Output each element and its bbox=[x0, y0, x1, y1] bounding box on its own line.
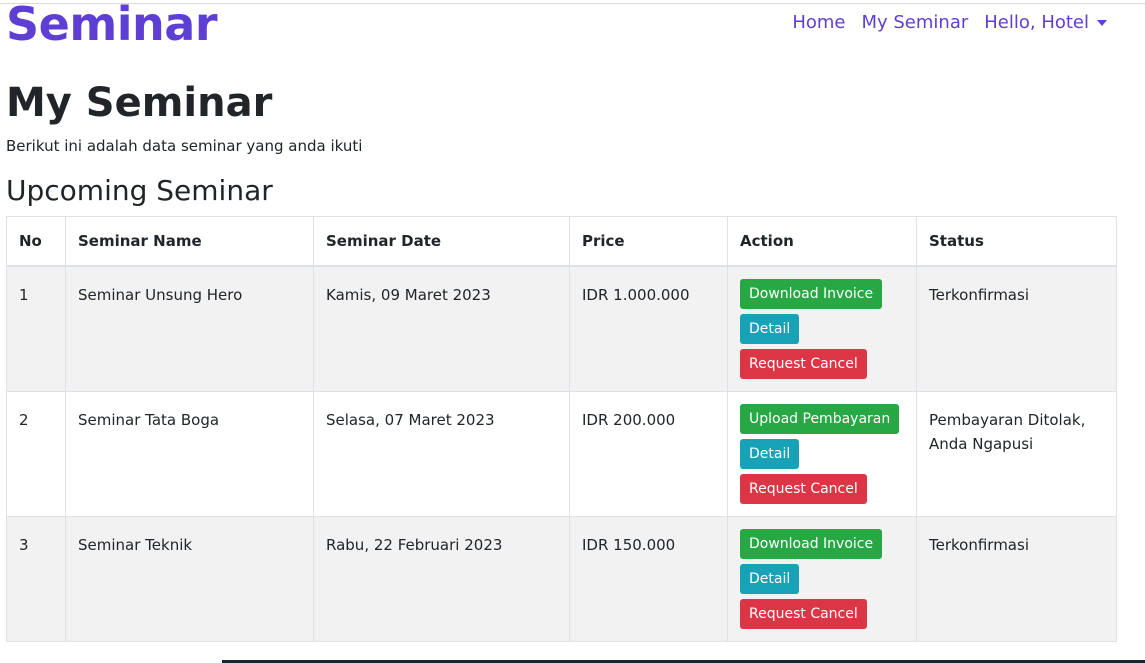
row-actions: Download Invoice Detail Request Cancel bbox=[727, 515, 917, 642]
upload-payment-button[interactable]: Upload Pembayaran bbox=[740, 403, 900, 434]
nav-my-seminar-link[interactable]: My Seminar bbox=[861, 11, 968, 35]
row-price: IDR 150.000 bbox=[569, 515, 728, 642]
request-cancel-button[interactable]: Request Cancel bbox=[740, 598, 867, 629]
row-actions: Upload Pembayaran Detail Request Cancel bbox=[727, 390, 917, 517]
table-header-row: No Seminar Name Seminar Date Price Actio… bbox=[6, 216, 1117, 267]
column-header-seminar-date: Seminar Date bbox=[313, 216, 570, 267]
user-menu-dropdown[interactable]: Hello, Hotel bbox=[984, 11, 1107, 35]
request-cancel-button[interactable]: Request Cancel bbox=[740, 473, 867, 504]
download-invoice-button[interactable]: Download Invoice bbox=[740, 528, 883, 559]
page-subtitle: Berikut ini adalah data seminar yang and… bbox=[6, 137, 363, 155]
nav-home-link[interactable]: Home bbox=[792, 11, 845, 35]
row-seminar-name: Seminar Unsung Hero bbox=[65, 265, 314, 392]
row-seminar-name: Seminar Tata Boga bbox=[65, 390, 314, 517]
brand-logo[interactable]: Seminar bbox=[6, 0, 218, 50]
user-menu-label: Hello, Hotel bbox=[984, 12, 1089, 33]
row-no: 2 bbox=[6, 390, 66, 517]
row-no: 1 bbox=[6, 265, 66, 392]
table-row: 1 Seminar Unsung Hero Kamis, 09 Maret 20… bbox=[6, 265, 1117, 392]
section-title: Upcoming Seminar bbox=[6, 174, 273, 207]
column-header-status: Status bbox=[916, 216, 1117, 267]
column-header-no: No bbox=[6, 216, 66, 267]
detail-button[interactable]: Detail bbox=[740, 438, 800, 469]
row-seminar-name: Seminar Teknik bbox=[65, 515, 314, 642]
column-header-action: Action bbox=[727, 216, 917, 267]
table-row: 3 Seminar Teknik Rabu, 22 Februari 2023 … bbox=[6, 515, 1117, 642]
column-header-seminar-name: Seminar Name bbox=[65, 216, 314, 267]
detail-button[interactable]: Detail bbox=[740, 563, 800, 594]
chevron-down-icon bbox=[1097, 20, 1107, 26]
page-title: My Seminar bbox=[6, 80, 273, 126]
row-seminar-date: Rabu, 22 Februari 2023 bbox=[313, 515, 570, 642]
row-price: IDR 1.000.000 bbox=[569, 265, 728, 392]
detail-button[interactable]: Detail bbox=[740, 314, 800, 344]
row-status: Terkonfirmasi bbox=[916, 515, 1117, 642]
row-actions: Download Invoice Detail Request Cancel bbox=[727, 265, 917, 392]
main-nav: Home My Seminar Hello, Hotel bbox=[792, 11, 1107, 35]
table-row: 2 Seminar Tata Boga Selasa, 07 Maret 202… bbox=[6, 390, 1117, 517]
request-cancel-button[interactable]: Request Cancel bbox=[740, 349, 867, 379]
seminar-table: No Seminar Name Seminar Date Price Actio… bbox=[6, 216, 1117, 642]
row-price: IDR 200.000 bbox=[569, 390, 728, 517]
row-no: 3 bbox=[6, 515, 66, 642]
column-header-price: Price bbox=[569, 216, 728, 267]
download-invoice-button[interactable]: Download Invoice bbox=[740, 279, 883, 309]
row-seminar-date: Selasa, 07 Maret 2023 bbox=[313, 390, 570, 517]
row-status: Pembayaran Ditolak, Anda Ngapusi bbox=[916, 390, 1117, 517]
row-status: Terkonfirmasi bbox=[916, 265, 1117, 392]
row-seminar-date: Kamis, 09 Maret 2023 bbox=[313, 265, 570, 392]
